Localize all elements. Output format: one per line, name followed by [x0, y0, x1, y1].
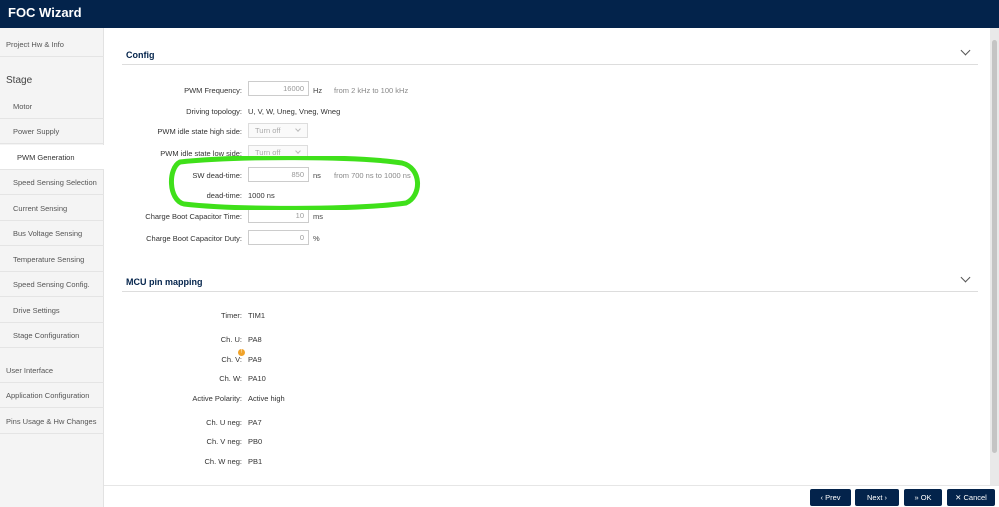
cancel-button[interactable]: ✕ Cancel — [947, 489, 995, 506]
driving-topology-value: U, V, W, Uneg, Vneg, Wneg — [248, 107, 341, 116]
idle-high-label: PWM idle state high side: — [157, 127, 242, 136]
boot-time-label: Charge Boot Capacitor Time: — [145, 212, 242, 221]
pwm-frequency-input[interactable]: 16000 — [248, 81, 309, 96]
chevron-right-icon: › — [882, 493, 887, 502]
mcu-divider — [122, 291, 978, 292]
sidebar-item-speed-sensing-config[interactable]: Speed Sensing Config. — [0, 272, 104, 297]
ok-button[interactable]: » OK — [904, 489, 942, 506]
ch-v-neg-label: Ch. V neg: — [206, 437, 242, 446]
dead-time-value: 1000 ns — [248, 191, 275, 200]
active-polarity-label: Active Polarity: — [192, 394, 242, 403]
sw-dead-time-hint: from 700 ns to 1000 ns — [334, 171, 411, 180]
cancel-button-label: Cancel — [963, 493, 987, 502]
config-section-title: Config — [126, 50, 155, 60]
ch-u-neg-value: PA7 — [248, 418, 262, 427]
chevron-down-icon — [295, 148, 301, 154]
ch-u-neg-label: Ch. U neg: — [206, 418, 242, 427]
next-button[interactable]: Next › — [855, 489, 899, 506]
pwm-frequency-hint: from 2 kHz to 100 kHz — [334, 86, 409, 95]
sw-dead-time-unit: ns — [313, 171, 321, 180]
ch-v-neg-value: PB0 — [248, 437, 263, 446]
idle-low-select-value: Turn off — [255, 148, 281, 157]
timer-label: Timer: — [221, 311, 242, 320]
ch-v-value: PA9 — [248, 355, 262, 364]
chevron-down-icon — [295, 126, 301, 132]
boot-duty-input[interactable]: 0 — [248, 230, 309, 245]
idle-low-label: PWM idle state low side: — [160, 149, 242, 158]
ch-w-neg-label: Ch. W neg: — [204, 457, 242, 466]
ch-v-label: Ch. V: — [221, 355, 242, 364]
timer-value: TIM1 — [248, 311, 266, 320]
app-title: FOC Wizard — [8, 5, 82, 20]
title-bar: FOC Wizard — [0, 0, 999, 28]
boot-time-input[interactable]: 10 — [248, 208, 309, 223]
main-panel — [104, 28, 990, 485]
driving-topology-label: Driving topology: — [186, 107, 242, 116]
pwm-frequency-label: PWM Frequency: — [184, 86, 242, 95]
boot-time-unit: ms — [313, 212, 323, 221]
close-icon: ✕ — [955, 493, 964, 502]
boot-duty-label: Charge Boot Capacitor Duty: — [146, 234, 242, 243]
sidebar-item-temperature-sensing[interactable]: Temperature Sensing — [0, 247, 104, 272]
idle-high-select[interactable]: Turn off — [248, 123, 308, 138]
idle-high-select-value: Turn off — [255, 126, 281, 135]
sw-dead-time-input[interactable]: 850 — [248, 167, 309, 182]
next-button-label: Next — [866, 493, 883, 502]
mcu-section-title: MCU pin mapping — [126, 277, 203, 287]
ok-button-label: OK — [920, 493, 932, 502]
pwm-frequency-unit: Hz — [313, 86, 323, 95]
warning-badge-icon[interactable]: ! — [238, 349, 245, 356]
ch-u-value: PA8 — [248, 335, 262, 344]
prev-button-label: Prev — [825, 493, 841, 502]
active-polarity-value: Active high — [248, 394, 285, 403]
ch-u-label: Ch. U: — [220, 335, 242, 344]
sw-dead-time-label: SW dead-time: — [192, 171, 242, 180]
scrollbar-thumb[interactable] — [992, 40, 997, 453]
ch-w-value: PA10 — [248, 374, 266, 383]
prev-button[interactable]: ‹ Prev — [810, 489, 851, 506]
idle-low-select[interactable]: Turn off — [248, 145, 308, 160]
ch-w-label: Ch. W: — [219, 374, 242, 383]
dead-time-label: dead-time: — [206, 191, 242, 200]
config-divider — [122, 64, 978, 65]
ch-w-neg-value: PB1 — [248, 457, 263, 466]
sidebar-section-stage: Stage — [6, 75, 33, 86]
sidebar-item-project-hw-info[interactable]: Project Hw & Info — [0, 32, 104, 57]
boot-duty-unit: % — [313, 234, 320, 243]
sidebar: Project Hw & Info Stage Motor Power Supp… — [0, 28, 104, 507]
